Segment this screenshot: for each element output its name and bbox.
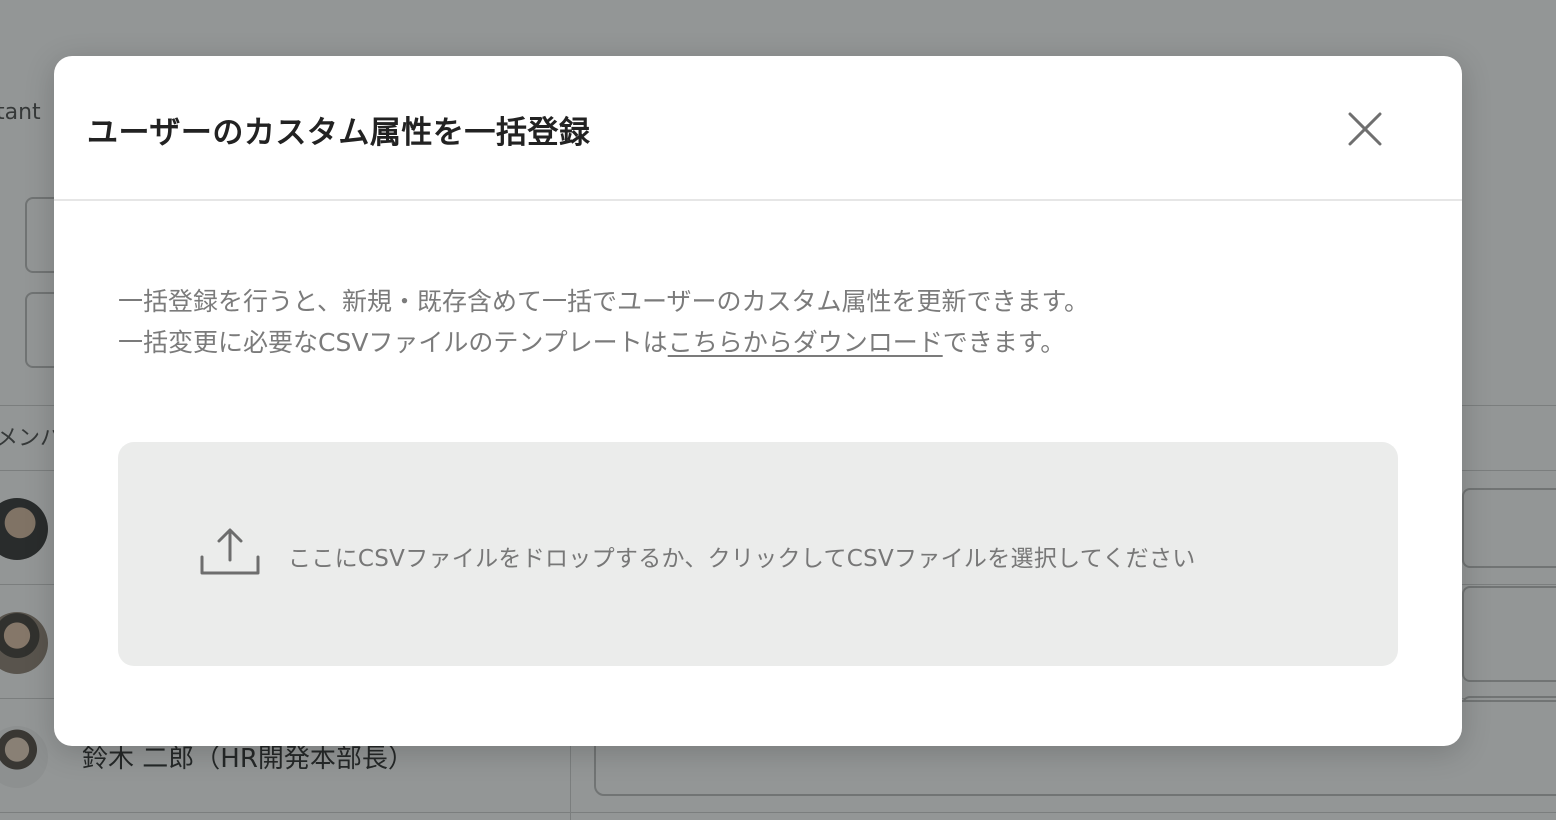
upload-icon bbox=[200, 528, 260, 575]
modal-header: ユーザーのカスタム属性を一括登録 bbox=[54, 56, 1462, 201]
description-line-2: 一括変更に必要なCSVファイルのテンプレートはこちらからダウンロードできます。 bbox=[118, 322, 1089, 363]
description-line-2-suffix: できます。 bbox=[942, 328, 1066, 357]
close-icon bbox=[1348, 112, 1382, 146]
csv-dropzone[interactable]: ここにCSVファイルをドロップするか、クリックしてCSVファイルを選択してくださ… bbox=[118, 442, 1398, 666]
description-line-1: 一括登録を行うと、新規・既存含めて一括でユーザーのカスタム属性を更新できます。 bbox=[118, 287, 1090, 316]
close-button[interactable] bbox=[1342, 106, 1388, 152]
description-line-2-prefix: 一括変更に必要なCSVファイルのテンプレートは bbox=[118, 328, 668, 357]
bulk-register-modal: ユーザーのカスタム属性を一括登録 一括登録を行うと、新規・既存含めて一括でユーザ… bbox=[54, 56, 1462, 746]
modal-title: ユーザーのカスタム属性を一括登録 bbox=[87, 115, 591, 151]
dropzone-instructions: ここにCSVファイルをドロップするか、クリックしてCSVファイルを選択してくださ… bbox=[288, 546, 1196, 572]
template-download-link[interactable]: こちらからダウンロード bbox=[668, 328, 943, 357]
page: tant メンバ 鈴木 二郎（HR開発本部長） ユーザーのカスタム属性を一括登録 bbox=[0, 0, 1556, 820]
modal-description: 一括登録を行うと、新規・既存含めて一括でユーザーのカスタム属性を更新できます。 … bbox=[118, 281, 1089, 363]
